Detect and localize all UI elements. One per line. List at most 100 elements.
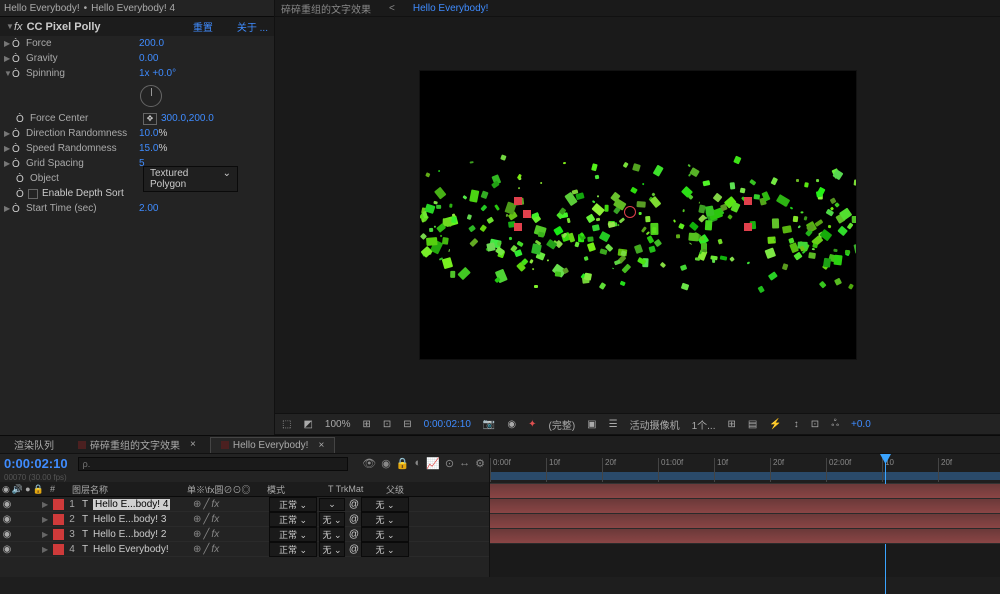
prop-value[interactable]: 1x +0.0° xyxy=(139,68,176,79)
disclosure-icon[interactable]: ▶ xyxy=(4,39,12,48)
prop-value[interactable]: 300.0,200.0 xyxy=(161,113,214,124)
layer-bar[interactable] xyxy=(490,514,1000,529)
layer-bar[interactable] xyxy=(490,499,1000,514)
col-parent[interactable]: 父级 xyxy=(386,483,404,496)
pickwhip-icon[interactable]: @ xyxy=(347,529,361,540)
parent-select[interactable]: 无 ⌄ xyxy=(361,527,409,542)
pickwhip-icon[interactable]: @ xyxy=(347,544,361,555)
parent-select[interactable]: 无 ⌄ xyxy=(361,512,409,527)
collapse-icon[interactable]: ⊙ xyxy=(445,457,454,470)
zoom-select[interactable]: 100% xyxy=(322,419,354,430)
snap-icon[interactable]: ↔ xyxy=(459,457,470,470)
trkmat-select[interactable]: 无 ⌄ xyxy=(319,542,345,557)
layer-row[interactable]: ◉▶4THello Everybody!⊕╱fx正常 ⌄无 ⌄@无 ⌄ xyxy=(0,542,489,557)
disclosure-icon[interactable]: ▶ xyxy=(4,54,12,63)
crumb-current[interactable]: Hello Everybody! xyxy=(413,3,489,14)
stopwatch-icon[interactable]: Ò xyxy=(12,159,24,169)
flowchart-icon[interactable]: ⊡ xyxy=(808,419,822,430)
motion-blur-icon[interactable]: ◐ xyxy=(415,457,422,470)
channel-icon[interactable]: ◉ xyxy=(504,419,519,430)
graph-icon[interactable]: 📈 xyxy=(426,457,440,470)
spinning-dial[interactable] xyxy=(140,85,162,107)
crosshair-icon[interactable]: ✥ xyxy=(143,113,157,125)
visibility-icon[interactable]: ◉ xyxy=(0,499,14,510)
current-timecode[interactable]: 0:00:02:10 xyxy=(4,456,68,471)
stopwatch-icon[interactable]: Ò xyxy=(12,129,24,139)
snapshot-icon[interactable]: 📷 xyxy=(480,419,498,430)
stopwatch-icon[interactable]: Ò xyxy=(12,204,24,214)
timeline-tracks[interactable]: 0:00f10f20f01:00f10f20f02:00f1020f xyxy=(490,454,1000,577)
anchor-point-icon[interactable] xyxy=(624,206,636,218)
roi-icon[interactable]: ⊟ xyxy=(400,419,414,430)
prop-value[interactable]: 2.00 xyxy=(139,203,158,214)
composition-canvas[interactable] xyxy=(419,70,857,360)
hierarchy-icon[interactable]: ஃ xyxy=(828,418,842,430)
audio-header-icon[interactable]: 🔊 xyxy=(12,484,23,495)
label-swatch[interactable] xyxy=(53,499,64,510)
time-ruler[interactable]: 0:00f10f20f01:00f10f20f02:00f1020f xyxy=(490,454,1000,484)
layer-row[interactable]: ◉▶1THello E...body! 4⊕╱fx正常 ⌄ ⌄@无 ⌄ xyxy=(0,497,489,512)
color-icon[interactable]: ✦ xyxy=(525,419,539,430)
camera-select[interactable]: 活动摄像机 xyxy=(627,417,683,432)
disclosure-icon[interactable]: ▶ xyxy=(4,159,12,168)
parent-select[interactable]: 无 ⌄ xyxy=(361,497,409,512)
tab-comp-2[interactable]: Hello Everybody!× xyxy=(210,437,335,453)
blend-mode-select[interactable]: 正常 ⌄ xyxy=(269,542,317,557)
prop-value[interactable]: 0.00 xyxy=(139,53,158,64)
stopwatch-icon[interactable]: Ò xyxy=(16,114,28,124)
layer-bar[interactable] xyxy=(490,484,1000,499)
solo-icon[interactable]: ◉ xyxy=(381,457,391,470)
visibility-icon[interactable]: ◉ xyxy=(0,514,14,525)
exposure-value[interactable]: +0.0 xyxy=(848,419,874,430)
stopwatch-icon[interactable]: Ò xyxy=(16,174,28,184)
layer-handle[interactable] xyxy=(744,197,752,205)
disclosure-icon[interactable]: ▶ xyxy=(4,144,12,153)
mask-icon[interactable]: ◩ xyxy=(300,419,315,430)
layer-name[interactable]: Hello E...body! 2 xyxy=(91,529,189,540)
layer-name[interactable]: Hello E...body! 3 xyxy=(91,514,189,525)
stopwatch-icon[interactable]: Ò xyxy=(16,189,28,199)
col-layer-name[interactable]: 图层名称 xyxy=(72,483,187,496)
layer-switches[interactable]: ⊕╱fx xyxy=(189,544,269,555)
disclosure-icon[interactable]: ▶ xyxy=(4,204,12,213)
layer-row[interactable]: ◉▶2THello E...body! 3⊕╱fx正常 ⌄无 ⌄@无 ⌄ xyxy=(0,512,489,527)
layer-handle[interactable] xyxy=(514,223,522,231)
disclosure-icon[interactable]: ▼ xyxy=(4,69,12,78)
prop-value[interactable]: 15.0 xyxy=(139,143,158,154)
pixel-aspect-icon[interactable]: ▤ xyxy=(745,419,760,430)
guides-icon[interactable]: ⊡ xyxy=(380,419,394,430)
preview-quality[interactable]: (完整) xyxy=(546,417,579,432)
resolution-icon[interactable]: ⊞ xyxy=(359,419,373,430)
layer-handle[interactable] xyxy=(744,223,752,231)
parent-select[interactable]: 无 ⌄ xyxy=(361,542,409,557)
solo-header-icon[interactable]: ● xyxy=(25,484,30,495)
checkbox[interactable] xyxy=(28,189,38,199)
disclosure-icon[interactable]: ▶ xyxy=(42,515,52,524)
layer-switches[interactable]: ⊕╱fx xyxy=(189,529,269,540)
prop-value[interactable]: 200.0 xyxy=(139,38,164,49)
3d-icon[interactable]: ▣ xyxy=(584,419,599,430)
disclosure-triangle-icon[interactable]: ▼ xyxy=(6,22,14,31)
effect-reset-link[interactable]: 重置 xyxy=(193,19,213,34)
col-number[interactable]: # xyxy=(50,484,72,494)
fast-preview-icon[interactable]: ⚡ xyxy=(766,419,784,430)
disclosure-icon[interactable]: ▶ xyxy=(42,545,52,554)
layer-name[interactable]: Hello E...body! 4 xyxy=(91,499,189,510)
work-area-bar[interactable] xyxy=(490,472,1000,480)
timeline-icon[interactable]: ↕ xyxy=(791,419,802,430)
trkmat-select[interactable]: ⌄ xyxy=(319,498,345,511)
crumb-parent[interactable]: 碎碎重组的文字效果 xyxy=(281,1,371,16)
grid-icon[interactable]: ⊞ xyxy=(725,419,739,430)
pickwhip-icon[interactable]: @ xyxy=(347,499,361,510)
disclosure-icon[interactable]: ▶ xyxy=(4,129,12,138)
tab-comp-1[interactable]: 碎碎重组的文字效果× xyxy=(68,435,206,454)
layer-switches[interactable]: ⊕╱fx xyxy=(189,499,269,510)
preview-viewport[interactable] xyxy=(275,17,1000,413)
av-header-icon[interactable]: ◉ xyxy=(2,484,10,495)
layer-search-input[interactable] xyxy=(78,457,349,471)
views-select[interactable]: 1个... xyxy=(689,417,719,432)
alpha-icon[interactable]: ⬚ xyxy=(279,419,294,430)
disclosure-icon[interactable]: ▶ xyxy=(42,530,52,539)
layer-handle[interactable] xyxy=(514,197,522,205)
effect-header[interactable]: ▼ fx CC Pixel Polly 重置 关于 ... xyxy=(0,17,274,36)
